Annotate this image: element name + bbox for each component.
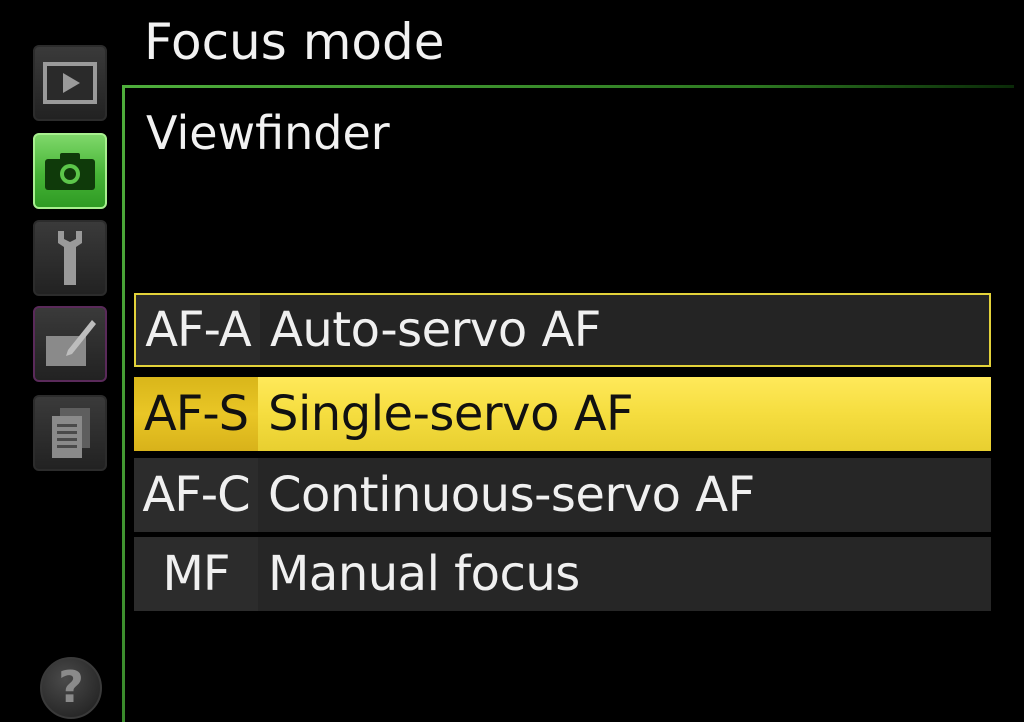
option-label: Single-servo AF bbox=[258, 377, 991, 451]
option-code: MF bbox=[134, 537, 258, 611]
playback-icon bbox=[43, 62, 97, 104]
frame-left-line bbox=[122, 85, 125, 722]
option-label: Manual focus bbox=[258, 537, 991, 611]
tab-setup[interactable] bbox=[33, 220, 107, 296]
option-code: AF-C bbox=[134, 458, 258, 532]
tab-playback[interactable] bbox=[33, 45, 107, 121]
help-icon[interactable]: ? bbox=[40, 657, 102, 719]
menu-subtitle: Viewfinder bbox=[146, 106, 390, 160]
option-code: AF-A bbox=[136, 295, 260, 365]
frame-top-line bbox=[124, 85, 1014, 88]
tab-photo-shooting[interactable] bbox=[33, 133, 107, 209]
option-label: Auto-servo AF bbox=[260, 295, 989, 365]
menu-title: Focus mode bbox=[144, 13, 445, 71]
retouch-icon bbox=[46, 320, 96, 366]
recent-settings-icon bbox=[52, 408, 90, 458]
option-code: AF-S bbox=[134, 377, 258, 451]
tab-recent-settings[interactable] bbox=[33, 395, 107, 471]
tab-retouch[interactable] bbox=[33, 306, 107, 382]
option-mf[interactable]: MF Manual focus bbox=[134, 537, 991, 611]
option-af-c[interactable]: AF-C Continuous-servo AF bbox=[134, 458, 991, 532]
option-label: Continuous-servo AF bbox=[258, 458, 991, 532]
camera-icon bbox=[45, 153, 95, 190]
option-af-a[interactable]: AF-A Auto-servo AF bbox=[134, 293, 991, 367]
camera-menu-screen: Focus mode Viewfinder ? AF-A Auto-servo … bbox=[0, 0, 1024, 722]
option-af-s[interactable]: AF-S Single-servo AF bbox=[134, 377, 991, 451]
wrench-icon bbox=[58, 231, 82, 285]
